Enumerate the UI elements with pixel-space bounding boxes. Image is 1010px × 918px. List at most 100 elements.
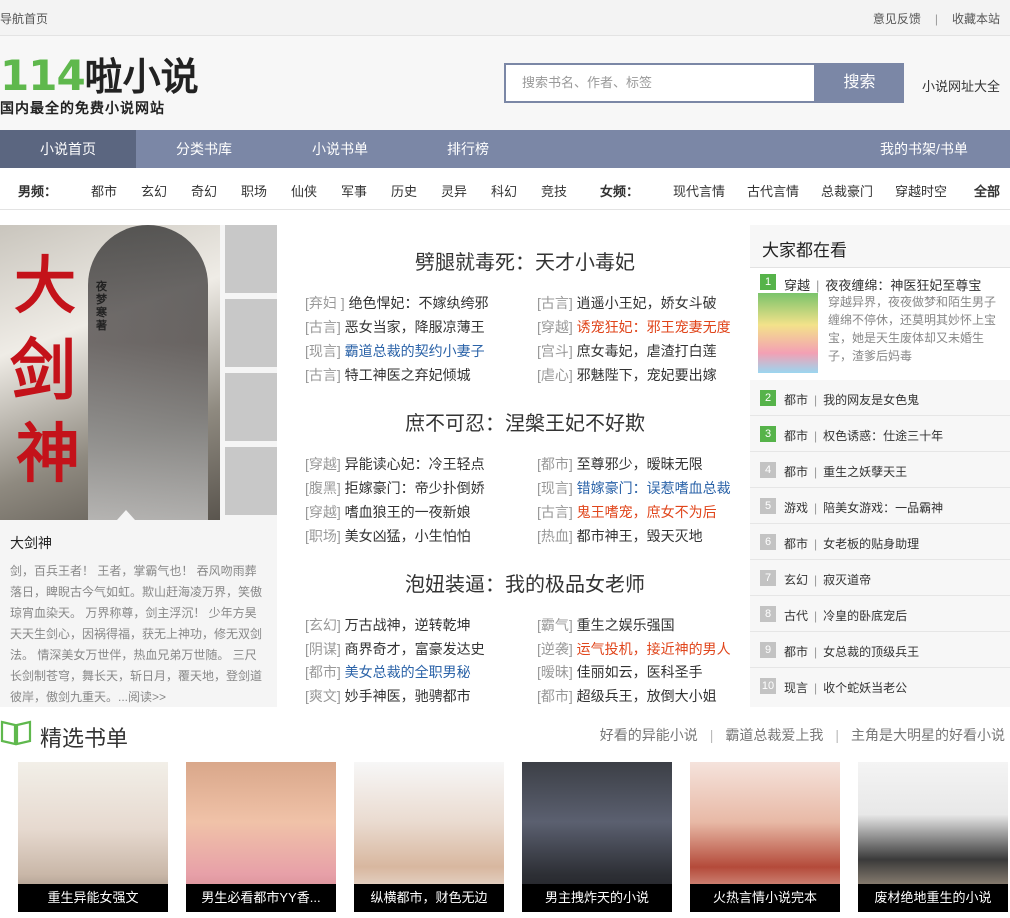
book-link[interactable]: 特工神医之弃妃倾城 (345, 367, 471, 383)
book-title[interactable]: 权色诱惑：仕途三十年 (823, 429, 943, 443)
category-link[interactable]: 古代言情 (747, 181, 799, 200)
feedback-link[interactable]: 意见反馈 (873, 12, 921, 26)
book-link[interactable]: 商界奇才，富豪发达史 (345, 641, 485, 657)
genre-tag: 游戏 (784, 501, 809, 515)
cover-thumb[interactable] (225, 447, 277, 515)
booklist-card[interactable]: 男主拽炸天的小说 (522, 762, 672, 912)
nav-tab-home[interactable]: 小说首页 (0, 130, 136, 168)
book-link[interactable]: 庶女毒妃，虐渣打白莲 (577, 343, 717, 359)
booklist-link[interactable]: 霸道总裁爱上我 (725, 727, 823, 743)
popular-item-top[interactable]: 1 穿越 | 夜夜缠绵：神医狂妃至尊宝 穿越异界，夜夜做梦和陌生男子缠绵不停休，还莫… (750, 268, 1010, 380)
book-link[interactable]: 美女总裁的全职男秘 (345, 664, 471, 680)
book-link[interactable]: 绝色悍妃：不嫁纨绔邪 (349, 295, 489, 311)
category-link[interactable]: 现代言情 (673, 181, 725, 200)
book-title[interactable]: 寂灭道帝 (823, 573, 871, 587)
book-link[interactable]: 邪魅陛下，宠妃要出嫁 (577, 367, 717, 383)
booklist-card[interactable]: 男生必看都市YY香... (186, 762, 336, 912)
category-link[interactable]: 玄幻 (141, 181, 167, 200)
popular-item[interactable]: 7 玄幻 | 寂灭道帝 (750, 560, 1010, 596)
category-nav: 男频： 都市 玄幻 奇幻 职场 仙侠 军事 历史 灵异 科幻 竞技 女频： 现代… (0, 168, 1010, 210)
book-title[interactable]: 女总裁的顶级兵王 (823, 645, 919, 659)
featured-book-cover[interactable]: 大 剑 神 夜梦寒著 (0, 225, 220, 520)
booklist-card[interactable]: 火热言情小说完本 (690, 762, 840, 912)
category-link[interactable]: 仙侠 (291, 181, 317, 200)
rank-badge: 8 (760, 606, 776, 622)
popular-item-text[interactable]: 穿越 | 夜夜缠绵：神医狂妃至尊宝 (784, 275, 981, 294)
popular-item[interactable]: 4 都市 | 重生之妖孽天王 (750, 452, 1010, 488)
category-link[interactable]: 竞技 (541, 181, 567, 200)
book-link[interactable]: 错嫁豪门：误惹嗜血总裁 (577, 480, 731, 496)
book-link[interactable]: 万古战神，逆转乾坤 (345, 617, 471, 633)
nav-tab-bookshelf[interactable]: 我的书架/书单 (862, 130, 986, 168)
book-link[interactable]: 运气投机，接近神的男人 (577, 641, 731, 657)
book-link[interactable]: 恶女当家，降服凉薄王 (345, 319, 485, 335)
book-link[interactable]: 佳丽如云，医科圣手 (577, 664, 703, 680)
book-title[interactable]: 重生之妖孽天王 (823, 465, 907, 479)
booklist-link[interactable]: 好看的异能小说 (600, 727, 698, 743)
cover-thumb[interactable] (225, 225, 277, 293)
genre-tag: [宫斗] (537, 343, 573, 359)
book-link[interactable]: 嗜血狼王的一夜新娘 (345, 504, 471, 520)
bookmark-link[interactable]: 收藏本站 (952, 12, 1000, 26)
cover-thumb[interactable] (225, 373, 277, 441)
book-link[interactable]: 诱宠狂妃：邪王宠妻无度 (577, 319, 731, 335)
popular-item[interactable]: 5 游戏 | 陪美女游戏：一品霸神 (750, 488, 1010, 524)
search-input[interactable]: 搜索书名、作者、标签 (504, 63, 816, 103)
book-link[interactable]: 异能读心妃：冷王轻点 (345, 456, 485, 472)
nav-tab-booklist[interactable]: 小说书单 (272, 130, 408, 168)
category-all-link[interactable]: 全部 (974, 181, 1000, 200)
featured-book-desc[interactable]: 剑，百兵王者！ 王者，掌霸气也！ 吞风吻雨葬落日，睥睨古今气如虹。欺山赶海凌万界… (10, 561, 266, 708)
popular-item[interactable]: 8 古代 | 冷皇的卧底宠后 (750, 596, 1010, 632)
book-link[interactable]: 拒嫁豪门：帝少扑倒娇 (345, 480, 485, 496)
category-link[interactable]: 科幻 (491, 181, 517, 200)
book-title[interactable]: 女老板的贴身助理 (823, 537, 919, 551)
book-link[interactable]: 霸道总裁的契约小妻子 (345, 343, 485, 359)
nav-tab-ranking[interactable]: 排行榜 (408, 130, 528, 168)
booklist-card[interactable]: 重生异能女强文 (18, 762, 168, 912)
book-link[interactable]: 超级兵王，放倒大小姐 (577, 688, 717, 704)
book-link[interactable]: 妙手神医，驰骋都市 (345, 688, 471, 704)
book-title[interactable]: 陪美女游戏：一品霸神 (823, 501, 943, 515)
category-link[interactable]: 奇幻 (191, 181, 217, 200)
category-link[interactable]: 军事 (341, 181, 367, 200)
cover-title-char: 剑 (10, 331, 76, 409)
book-link[interactable]: 鬼王嗜宠，庶女不为后 (577, 504, 717, 520)
booklist-caption: 废材绝地重生的小说 (858, 884, 1008, 912)
book-link[interactable]: 重生之娱乐强国 (577, 617, 675, 633)
cover-thumb[interactable] (225, 299, 277, 367)
recommend-headline[interactable]: 泡妞装逼：我的极品女老师 (300, 568, 750, 597)
category-link[interactable]: 穿越时空 (895, 181, 947, 200)
site-logo[interactable]: 114啦小说 国内最全的免费小说网站 (0, 54, 199, 118)
book-link[interactable]: 逍遥小王妃，娇女斗破 (577, 295, 717, 311)
booklist-link[interactable]: 主角是大明星的好看小说 (851, 727, 1005, 743)
book-link[interactable]: 都市神王，毁天灭地 (577, 528, 703, 544)
nav-tab-library[interactable]: 分类书库 (136, 130, 272, 168)
booklist-card[interactable]: 废材绝地重生的小说 (858, 762, 1008, 912)
search-button[interactable]: 搜索 (815, 63, 904, 103)
male-channel-label: 男频： (18, 184, 58, 199)
book-title[interactable]: 冷皇的卧底宠后 (823, 609, 907, 623)
popular-item[interactable]: 9 都市 | 女总裁的顶级兵王 (750, 632, 1010, 668)
recommend-headline[interactable]: 劈腿就毒死：天才小毒妃 (300, 246, 750, 275)
category-link[interactable]: 总裁豪门 (821, 181, 873, 200)
popular-item[interactable]: 6 都市 | 女老板的贴身助理 (750, 524, 1010, 560)
book-title[interactable]: 我的网友是女色鬼 (823, 393, 919, 407)
recommend-headline[interactable]: 庶不可忍：涅槃王妃不好欺 (300, 407, 750, 436)
popular-item[interactable]: 3 都市 | 权色诱惑：仕途三十年 (750, 416, 1010, 452)
category-link[interactable]: 灵异 (441, 181, 467, 200)
url-directory-link[interactable]: 小说网址大全 (922, 76, 1000, 95)
booklist-card[interactable]: 纵横都市，财色无边 (354, 762, 504, 912)
featured-book-title[interactable]: 大剑神 (10, 533, 52, 553)
category-link[interactable]: 历史 (391, 181, 417, 200)
popular-item[interactable]: 2 都市 | 我的网友是女色鬼 (750, 380, 1010, 416)
book-title[interactable]: 收个蛇妖当老公 (823, 681, 907, 695)
genre-tag: 古代 (784, 609, 809, 623)
rank-badge: 10 (760, 678, 776, 694)
popular-item[interactable]: 10 现言 | 收个蛇妖当老公 (750, 668, 1010, 704)
book-link[interactable]: 美女凶猛，小生怕怕 (345, 528, 471, 544)
popular-book-cover[interactable] (758, 293, 818, 373)
category-link[interactable]: 职场 (241, 181, 267, 200)
book-link[interactable]: 至尊邪少，暧昧无限 (577, 456, 703, 472)
category-link[interactable]: 都市 (91, 181, 117, 200)
nav-home-link[interactable]: 导航首页 (0, 10, 48, 27)
